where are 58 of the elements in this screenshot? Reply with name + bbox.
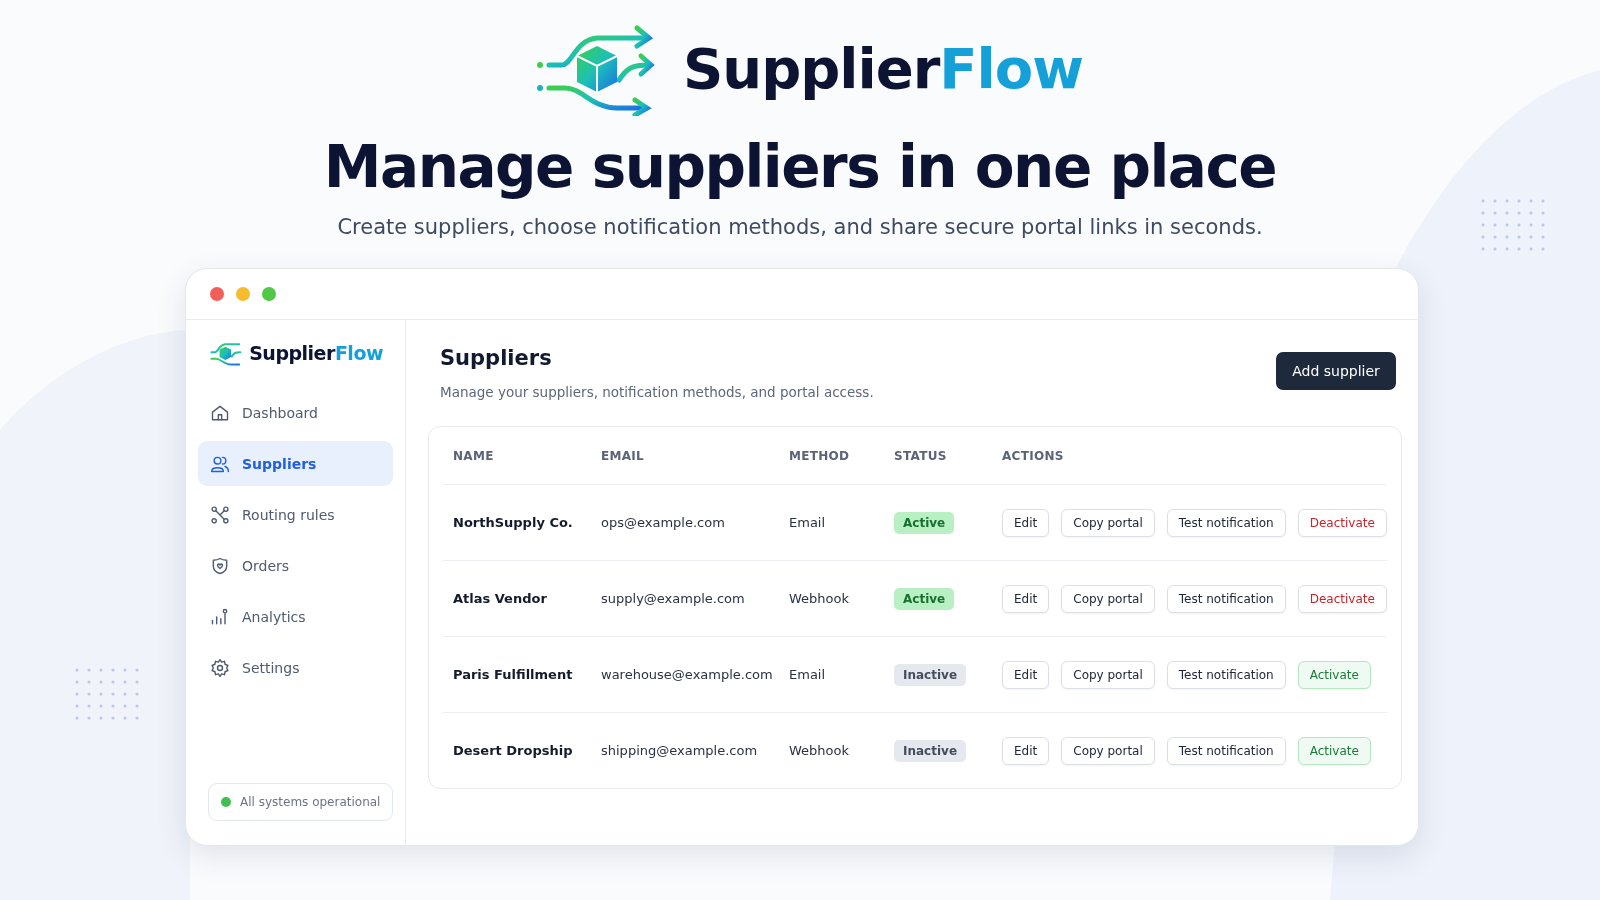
table-cell-text: Email — [789, 667, 827, 682]
page-description: Manage your suppliers, notification methods, and portal access. — [440, 384, 874, 400]
table-cell-text: Paris Fulfillment — [453, 667, 574, 682]
nav-item[interactable]: Routing rules — [198, 492, 393, 537]
action-button[interactable]: Test notification — [1166, 584, 1286, 613]
brand-name: SupplierFlow — [683, 35, 1083, 101]
action-button[interactable]: Edit — [1002, 736, 1050, 765]
subtitle: Create suppliers, choose notification methods, and share secure portal links in seconds. — [337, 214, 1263, 239]
column-header: EMAIL — [601, 448, 646, 463]
column-header: METHOD — [789, 448, 851, 463]
table-cell-text: shipping@example.com — [601, 743, 759, 758]
table-cell-text: Webhook — [789, 743, 851, 758]
action-button[interactable]: Copy portal — [1061, 736, 1155, 765]
action-button[interactable]: Activate — [1297, 736, 1371, 765]
table-cell-text: Desert Dropship — [453, 743, 574, 758]
table-cell-text: Atlas Vendor — [453, 591, 548, 606]
action-button[interactable]: Deactivate — [1297, 584, 1387, 613]
add-supplier-button[interactable]: Add supplier — [1276, 352, 1396, 390]
headline: Manage suppliers in one place — [323, 134, 1277, 201]
status-text: All systems operational — [240, 795, 381, 809]
nav-item[interactable]: Dashboard — [198, 390, 393, 435]
action-button[interactable]: Test notification — [1166, 660, 1286, 689]
table-cell-text: Webhook — [789, 591, 851, 606]
status-badge: Active — [894, 511, 955, 534]
maximize-window-control[interactable] — [262, 287, 276, 301]
shield-icon — [210, 555, 230, 576]
action-button[interactable]: Test notification — [1166, 736, 1286, 765]
action-button[interactable]: Edit — [1002, 508, 1050, 537]
nav-item[interactable]: Analytics — [198, 594, 393, 639]
table-cell-text: supply@example.com — [601, 591, 746, 606]
action-button[interactable]: Activate — [1297, 660, 1371, 689]
table-cell-text: NorthSupply Co. — [453, 515, 574, 530]
action-button[interactable]: Copy portal — [1061, 660, 1155, 689]
action-button[interactable]: Test notification — [1166, 508, 1286, 537]
status-badge: Inactive — [894, 739, 967, 762]
nav-item[interactable]: Settings — [198, 645, 393, 690]
status-badge: Active — [894, 587, 955, 610]
column-header: ACTIONS — [1002, 448, 1065, 463]
settings-icon — [210, 657, 230, 678]
action-button[interactable]: Copy portal — [1061, 584, 1155, 613]
close-window-control[interactable] — [210, 287, 224, 301]
brand-name: SupplierFlow — [249, 342, 383, 364]
nav-item[interactable]: Orders — [198, 543, 393, 588]
action-button[interactable]: Deactivate — [1297, 508, 1387, 537]
action-button[interactable]: Edit — [1002, 660, 1050, 689]
action-button[interactable]: Copy portal — [1061, 508, 1155, 537]
table-cell-text: ops@example.com — [601, 515, 726, 530]
table-cell-text: Email — [789, 515, 827, 530]
nodes-icon — [210, 504, 230, 525]
table-cell-text: warehouse@example.com — [601, 667, 774, 682]
nav-item[interactable]: Suppliers — [198, 441, 393, 486]
action-button[interactable]: Edit — [1002, 584, 1050, 613]
page-title: Suppliers — [440, 346, 553, 370]
minimize-window-control[interactable] — [236, 287, 250, 301]
status-badge: Inactive — [894, 663, 967, 686]
bar-chart-icon — [210, 606, 230, 627]
column-header: NAME — [453, 448, 495, 463]
column-header: STATUS — [894, 448, 948, 463]
